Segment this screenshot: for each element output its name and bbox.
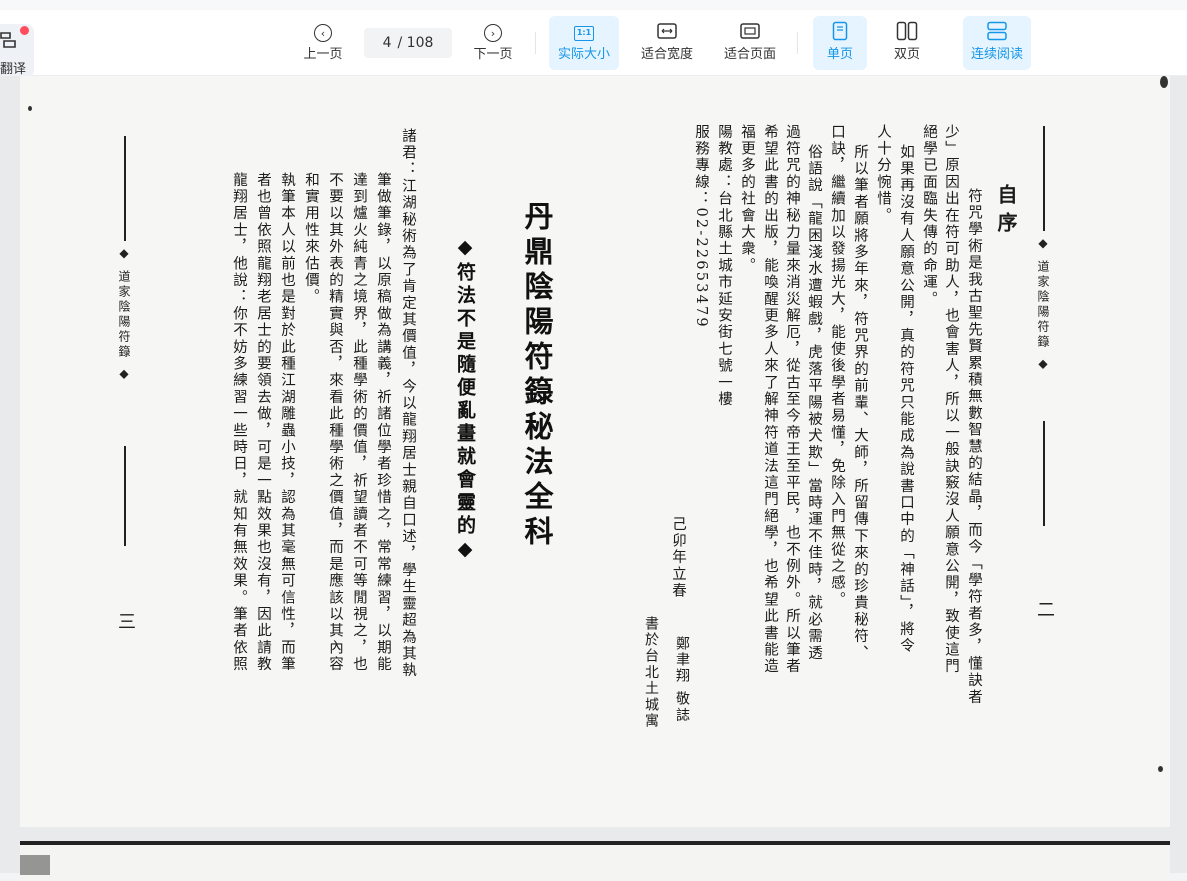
text-column: 絕學已面臨失傳的命運。 (921, 124, 937, 308)
toolbar-divider (797, 32, 798, 54)
right-page-number: 二 (1037, 600, 1055, 621)
fit-width-icon (657, 23, 677, 43)
header-rule (1043, 421, 1045, 526)
fit-width-label: 适合宽度 (640, 47, 693, 62)
actual-size-icon: 1:1 (574, 25, 594, 41)
window-top-strip (0, 0, 1187, 10)
header-rule (124, 446, 126, 546)
actual-size-button[interactable]: 1:1 实际大小 (549, 16, 619, 70)
signature-date: 己卯年立春 (670, 516, 686, 600)
next-page-button[interactable]: › 下一页 (469, 16, 517, 70)
double-page-button[interactable]: 双页 (880, 16, 934, 70)
left-page-number: 三 (118, 612, 136, 633)
chevron-left-icon: ‹ (314, 24, 332, 42)
text-column: 不要以其外表的精實與否，來看此種學術之價值，而是應該以其內容 (327, 172, 343, 673)
scanned-page: ◆ 道家陰陽符籙 ◆ 二 自序 符咒學術是我古聖先賢累積無數智慧的結晶，而今「學… (20, 76, 1170, 827)
prev-page-button[interactable]: ‹ 上一页 (299, 16, 347, 70)
signature-author: 鄭聿翔 敬誌 (674, 636, 690, 724)
text-column: 符咒學術是我古聖先賢累積無數智慧的結晶，而今「學符者多，懂訣者 (966, 188, 982, 706)
text-column: 少」原因出在符可助人，也會害人，所以一般訣竅沒人願意公開，致使這門 (943, 124, 959, 676)
reader-toolbar: 翻译 ‹ 上一页 4 / 108 › 下一页 1:1 实际大小 适合宽度 适合页… (0, 10, 1187, 78)
single-page-label: 单页 (826, 47, 853, 62)
fit-page-button[interactable]: 适合页面 (717, 16, 783, 70)
double-page-icon (896, 21, 918, 45)
text-column: 人十分惋惜。 (875, 124, 891, 225)
continuous-reading-label: 连续阅读 (970, 47, 1023, 62)
actual-size-label: 实际大小 (557, 47, 610, 62)
double-page-label: 双页 (893, 47, 920, 62)
text-column: 陽教處：台北縣土城市延安街七號一樓 (716, 124, 732, 408)
text-column: 福更多的社會大衆。 (739, 124, 755, 275)
book-title: 丹鼎陰陽符籙秘法全科 (520, 201, 554, 551)
next-page-label: 下一页 (473, 47, 513, 62)
fit-page-icon (740, 23, 760, 43)
right-header-glyph: ◆ 道家陰陽符籙 ◆ (1036, 236, 1050, 374)
text-column: 過符咒的神秘力量來消災解厄，從古至今帝王至平民，也不例外。所以筆者 (784, 124, 800, 676)
scan-speck (1158, 766, 1163, 772)
prev-page-label: 上一页 (303, 47, 343, 62)
translate-button[interactable]: 翻译 (0, 24, 34, 78)
header-rule (1043, 126, 1045, 231)
next-page-preview (20, 841, 1170, 881)
notification-dot (20, 26, 29, 35)
text-column: 希望此書的出版，能喚醒更多人來了解神符道法這門絕學，也希望此書能造 (762, 124, 778, 676)
continuous-reading-icon (986, 21, 1008, 45)
signature-place: 書於台北土城寓 (643, 616, 659, 730)
section-subtitle: ◆符法不是隨便亂畫就會靈的◆ (454, 236, 476, 564)
text-column: 服務專線：02-22653479 (693, 124, 709, 329)
document-viewport[interactable]: ◆ 道家陰陽符籙 ◆ 二 自序 符咒學術是我古聖先賢累積無數智慧的結晶，而今「學… (0, 76, 1187, 881)
fit-width-button[interactable]: 适合宽度 (634, 16, 700, 70)
text-column: 和實用性來估價。 (303, 172, 319, 306)
total-pages-label: / 108 (397, 35, 434, 51)
scan-speck (1160, 76, 1168, 88)
left-header-glyph: ◆ 道家陰陽符籙 ◆ (117, 246, 131, 384)
single-page-icon (832, 21, 848, 45)
text-column: 達到爐火純青之境界，此種學術的價值，祈望讀者不可等閒視之，也 (351, 172, 367, 673)
text-column: 諸君：江湖秘術為了肯定其價值，今以龍翔居士親自口述，學生靈超為其執 (400, 128, 416, 680)
text-column: 所以筆者願將多年來，符咒界的前輩、大師，所留傳下來的珍貴秘符、 (852, 144, 868, 662)
text-column: 龍翔居士，他說：你不妨多練習一些時日，就知有無效果。筆者依照 (231, 172, 247, 673)
scan-edge (20, 855, 50, 875)
text-column: 俗語說「龍困淺水遭蝦戲，虎落平陽被犬欺」當時運不佳時，就必需透 (806, 144, 822, 662)
header-rule (124, 136, 126, 241)
page-number-box[interactable]: 4 / 108 (364, 28, 452, 58)
continuous-reading-button[interactable]: 连续阅读 (963, 16, 1031, 70)
scan-speck (28, 106, 32, 111)
fit-page-label: 适合页面 (723, 47, 776, 62)
text-column: 口訣，繼續加以發揚光大，能使後學者易懂，免除入門無從之感。 (829, 124, 845, 609)
text-column: 執筆本人以前也是對於此種江湖雕蟲小技，認為其毫無可信性，而筆 (279, 172, 295, 673)
translate-label: 翻译 (0, 62, 27, 77)
preface-heading: 自序 (994, 184, 1018, 240)
text-column: 如果再沒有人願意公開，真的符咒只能成為說書口中的「神話」，將令 (898, 144, 914, 655)
current-page-input[interactable]: 4 (383, 35, 392, 51)
toolbar-divider (535, 32, 536, 54)
text-column: 者也曾依照龍翔老居士的要領去做，可是一點效果也沒有，因此請教 (255, 172, 271, 673)
chevron-right-icon: › (484, 24, 502, 42)
translate-icon (0, 30, 18, 48)
single-page-button[interactable]: 单页 (813, 16, 867, 70)
text-column: 筆做筆錄，以原稿做為講義，祈諸位學者珍惜之，常常練習，以期能 (375, 172, 391, 673)
